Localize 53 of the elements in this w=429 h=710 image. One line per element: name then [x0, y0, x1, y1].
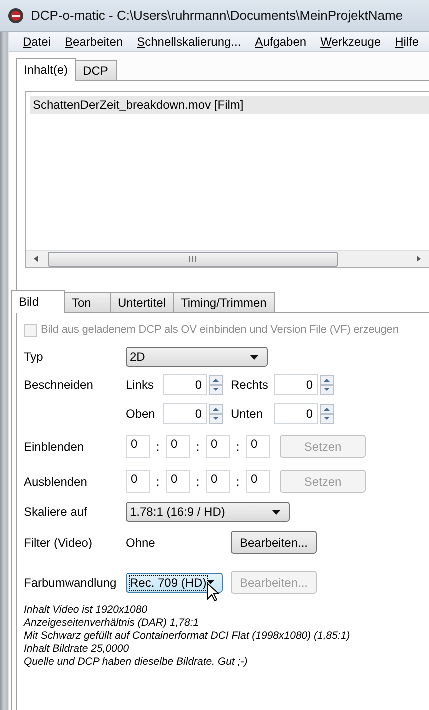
time-separator: : [155, 440, 161, 454]
time-separator: : [235, 440, 241, 454]
number-field[interactable]: 0 [163, 374, 207, 395]
info-text: Mit Schwarz gefüllt auf Containerformat DCI Flat (1998x1080) (1,85:1) [24, 630, 352, 643]
time-field[interactable]: 0 [166, 435, 190, 458]
time-separator: : [195, 440, 201, 454]
tab[interactable]: Ton [64, 292, 111, 312]
info-text: Inhalt Bildrate 25,0000 [24, 643, 130, 656]
info-text: Inhalt Video ist 1920x1080 [24, 604, 149, 617]
field-label: Einblenden [24, 440, 86, 454]
field-label: Farbumwandlung [24, 576, 118, 590]
menu-item[interactable]: Datei [16, 34, 58, 48]
time-field[interactable]: 0 [246, 470, 270, 493]
tab[interactable]: Bild [11, 290, 65, 313]
tab[interactable]: DCP [75, 60, 118, 80]
time-field[interactable]: 0 [246, 435, 270, 458]
time-separator: : [155, 474, 161, 488]
field-label: Skaliere auf [24, 505, 88, 519]
tab[interactable]: Timing/Trimmen [173, 292, 275, 312]
field-label: Links [126, 378, 156, 392]
edit-button[interactable]: Bearbeiten... [231, 531, 317, 554]
type-dropdown[interactable]: 2D [126, 347, 268, 367]
time-field[interactable]: 0 [126, 470, 150, 493]
field-label: Rechts [231, 378, 268, 392]
checkbox-label: Bild aus geladenem DCP als OV einbinden und Version File (VF) erzeugen [41, 324, 399, 336]
info-text: Quelle und DCP haben dieselbe Bildrate. Gut ;-) [24, 656, 249, 669]
tab[interactable]: Untertitel [110, 292, 174, 312]
number-field[interactable]: 0 [163, 403, 207, 424]
time-separator: : [235, 474, 241, 488]
time-separator: : [195, 474, 201, 488]
menu-item[interactable]: Hilfe [388, 34, 426, 48]
menu-item[interactable]: Werkzeuge [314, 34, 388, 48]
field-label: Typ [24, 350, 44, 364]
number-field[interactable]: 0 [274, 374, 318, 395]
field-label: Filter (Video) [24, 536, 94, 550]
menu-item[interactable]: Aufgaben [248, 34, 314, 48]
scale-dropdown[interactable]: 1.78:1 (16:9 / HD) [126, 502, 290, 522]
filter-value: Ohne [126, 536, 156, 550]
time-field[interactable]: 0 [206, 435, 230, 458]
field-label: Beschneiden [24, 377, 94, 392]
menu-item[interactable]: Bearbeiten [58, 34, 130, 48]
time-field[interactable]: 0 [126, 435, 150, 458]
time-field[interactable]: 0 [166, 470, 190, 493]
field-label: Oben [126, 406, 156, 420]
number-field[interactable]: 0 [274, 403, 318, 424]
time-field[interactable]: 0 [206, 470, 230, 493]
list-item[interactable]: SchattenDerZeit_breakdown.mov [Film] [30, 96, 429, 114]
menu-item[interactable]: Schnellskalierung... [130, 34, 248, 48]
field-label: Ausblenden [24, 474, 88, 488]
window-title: DCP-o-matic - C:\Users\ruhrmann\Documents\MeinProjektName [31, 8, 404, 23]
field-label: Unten [231, 406, 264, 420]
info-text: Anzeigeseitenverhältnis (DAR) 1,78:1 [24, 617, 200, 630]
tab[interactable]: Inhalt(e) [16, 58, 76, 81]
